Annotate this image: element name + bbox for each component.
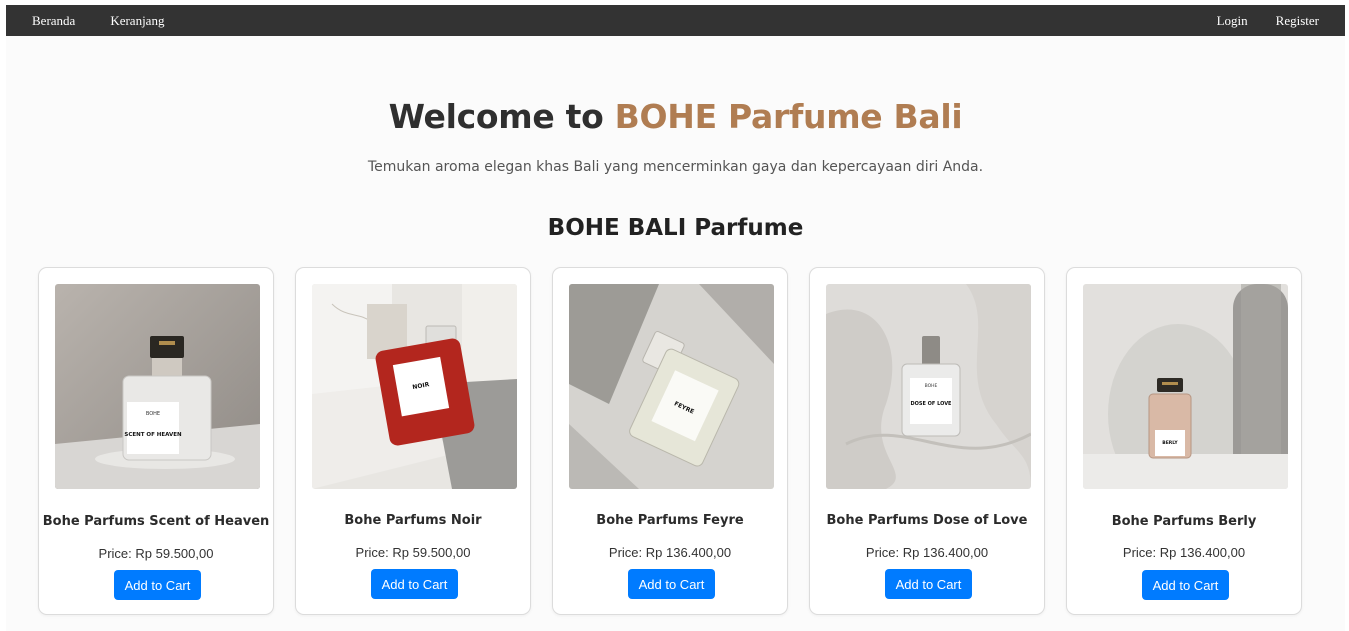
navbar: Beranda Keranjang Login Register xyxy=(6,5,1345,36)
nav-link-register[interactable]: Register xyxy=(1276,13,1319,29)
bottle-label: BERLY xyxy=(1162,440,1178,446)
hero-subtitle: Temukan aroma elegan khas Bali yang menc… xyxy=(367,159,984,175)
section-title: BOHE BALI Parfume xyxy=(547,215,804,241)
hero-title: Welcome to BOHE Parfume Bali xyxy=(6,97,1345,136)
nav-link-cart[interactable]: Keranjang xyxy=(110,13,164,29)
product-image[interactable]: FEYRE xyxy=(569,284,774,489)
hero-title-prefix: Welcome to xyxy=(388,97,615,136)
hero-title-brand: BOHE Parfume Bali xyxy=(614,97,963,136)
add-to-cart-button[interactable]: Add to Cart xyxy=(885,569,972,599)
nav-left: Beranda Keranjang xyxy=(6,13,164,29)
product-name: Bohe Parfums Dose of Love xyxy=(826,513,1028,528)
bottle-label: SCENT OF HEAVEN xyxy=(124,432,182,438)
nav-link-login[interactable]: Login xyxy=(1217,13,1248,29)
product-card: BOHE DOSE OF LOVE Bohe Parfums Dose of L… xyxy=(809,267,1045,615)
nav-right: Login Register xyxy=(1217,13,1319,29)
product-name: Bohe Parfums Feyre xyxy=(596,513,744,528)
product-grid: BOHE SCENT OF HEAVEN Bohe Parfums Scent … xyxy=(38,267,1302,615)
product-image[interactable]: NOIR xyxy=(312,284,517,489)
product-price: Price: Rp 59.500,00 xyxy=(98,546,214,561)
product-image[interactable]: BOHE SCENT OF HEAVEN xyxy=(55,284,260,489)
page: Beranda Keranjang Login Register Welcome… xyxy=(6,5,1345,631)
product-name: Bohe Parfums Scent of Heaven xyxy=(42,514,270,529)
product-card: NOIR Bohe Parfums Noir Price: Rp 59.500,… xyxy=(295,267,531,615)
product-price: Price: Rp 136.400,00 xyxy=(608,545,732,560)
product-price: Price: Rp 59.500,00 xyxy=(355,545,471,560)
product-price: Price: Rp 136.400,00 xyxy=(1122,545,1246,560)
product-name: Bohe Parfums Berly xyxy=(1111,514,1257,529)
product-name: Bohe Parfums Noir xyxy=(344,513,482,528)
product-card: FEYRE Bohe Parfums Feyre Price: Rp 136.4… xyxy=(552,267,788,615)
product-image[interactable]: BOHE DOSE OF LOVE xyxy=(826,284,1031,489)
product-card: BOHE SCENT OF HEAVEN Bohe Parfums Scent … xyxy=(38,267,274,615)
svg-text:BOHE: BOHE xyxy=(146,411,160,417)
add-to-cart-button[interactable]: Add to Cart xyxy=(371,569,458,599)
product-price: Price: Rp 136.400,00 xyxy=(865,545,989,560)
svg-text:BOHE: BOHE xyxy=(925,383,938,389)
add-to-cart-button[interactable]: Add to Cart xyxy=(628,569,715,599)
nav-link-home[interactable]: Beranda xyxy=(32,13,75,29)
bottle-label: DOSE OF LOVE xyxy=(911,401,953,407)
add-to-cart-button[interactable]: Add to Cart xyxy=(1142,570,1229,600)
product-card: BERLY Bohe Parfums Berly Price: Rp 136.4… xyxy=(1066,267,1302,615)
add-to-cart-button[interactable]: Add to Cart xyxy=(114,570,201,600)
product-image[interactable]: BERLY xyxy=(1083,284,1288,489)
